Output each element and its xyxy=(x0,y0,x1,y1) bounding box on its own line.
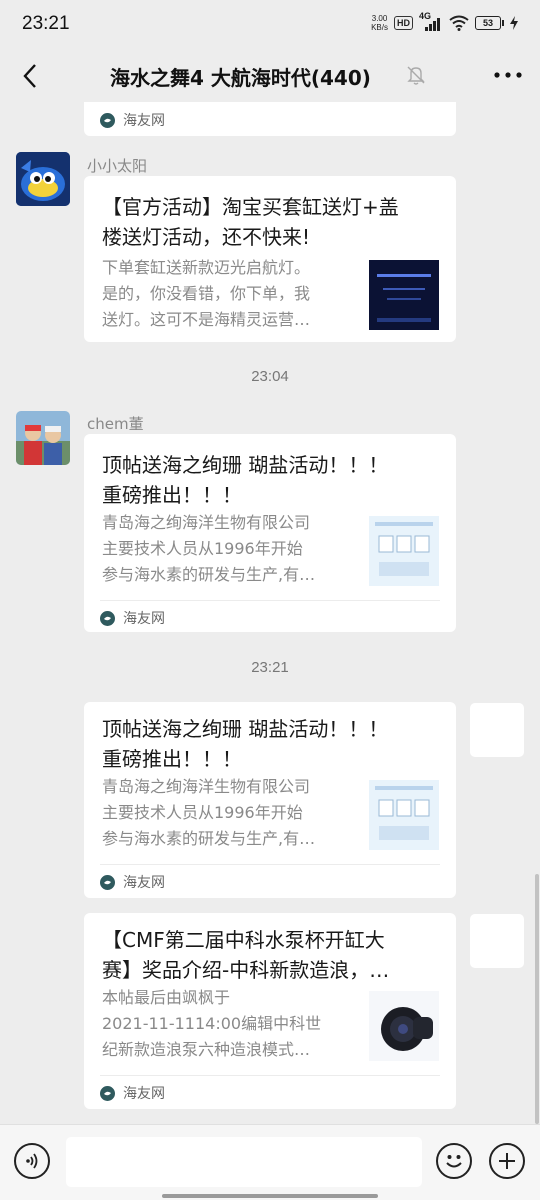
link-card[interactable]: 【官方活动】淘宝买套缸送灯+盖 楼送灯活动，还不快来! 下单套缸送新款迈光启航灯… xyxy=(84,176,456,342)
more-button[interactable] xyxy=(490,60,526,90)
card-source: 海友网 xyxy=(100,608,165,628)
status-time: 23:21 xyxy=(22,13,70,34)
charging-icon xyxy=(510,16,518,30)
card-description: 青岛海之绚海洋生物有限公司 主要技术人员从1996年开始 参与海水素的研发与生产… xyxy=(102,777,316,848)
card-source: 海友网 xyxy=(100,872,165,892)
chat-header: 海水之舞4 大航海时代(440) xyxy=(0,50,540,102)
link-card[interactable]: 顶帖送海之绚珊 瑚盐活动！！！ 重磅推出！！！ 青岛海之绚海洋生物有限公司 主要… xyxy=(84,702,456,898)
card-description: 青岛海之绚海洋生物有限公司 主要技术人员从1996年开始 参与海水素的研发与生产… xyxy=(102,513,316,584)
voice-button[interactable] xyxy=(14,1143,50,1179)
card-divider xyxy=(100,864,440,865)
sender-name: chem董 xyxy=(87,415,144,433)
self-avatar[interactable] xyxy=(470,703,524,757)
scrollbar[interactable] xyxy=(535,874,539,1124)
card-title: 【官方活动】淘宝买套缸送灯+盖 楼送灯活动，还不快来! xyxy=(102,195,399,249)
hd-badge: HD xyxy=(394,16,413,30)
plus-icon xyxy=(499,1153,515,1169)
card-thumbnail xyxy=(369,260,439,330)
link-card[interactable]: 顶帖送海之绚珊 瑚盐活动！！！ 重磅推出！！！ 青岛海之绚海洋生物有限公司 主要… xyxy=(84,434,456,632)
card-thumbnail xyxy=(369,780,439,850)
emoji-icon xyxy=(446,1155,462,1168)
link-card[interactable]: 【CMF第二届中科水泵杯开缸大 赛】奖品介绍-中科新款造浪，… 本帖最后由飒枫于… xyxy=(84,913,456,1109)
link-card[interactable]: 海友网 xyxy=(84,102,456,136)
message-timestamp: 23:04 xyxy=(251,368,289,385)
chat-messages[interactable]: 海友网 小小太阳 【官方活动】淘宝买套缸送灯+盖 楼送灯活动，还不快来! 下单套… xyxy=(0,102,540,1124)
more-dots-icon xyxy=(494,72,522,78)
card-title: 顶帖送海之绚珊 瑚盐活动！！！ 重磅推出！！！ xyxy=(102,717,389,771)
sender-name: 小小太阳 xyxy=(87,157,148,175)
network-speed: 3.00 KB/s xyxy=(371,14,388,32)
card-divider xyxy=(100,600,440,601)
card-description: 本帖最后由飒枫于 2021-11-1114:00编辑中科世 纪新款造浪泵六种造浪… xyxy=(102,988,322,1059)
input-bar xyxy=(0,1124,540,1200)
chat-title: 海水之舞4 大航海时代(440) xyxy=(110,66,371,90)
card-thumbnail xyxy=(369,516,439,586)
wifi-icon xyxy=(449,15,469,31)
voice-icon xyxy=(26,1153,38,1169)
card-divider xyxy=(100,1075,440,1076)
more-functions-button[interactable] xyxy=(489,1143,525,1179)
card-title: 【CMF第二届中科水泵杯开缸大 赛】奖品介绍-中科新款造浪，… xyxy=(102,928,390,982)
avatar[interactable] xyxy=(16,152,70,206)
battery-icon: 53 xyxy=(475,16,504,30)
self-avatar[interactable] xyxy=(470,914,524,968)
message-timestamp: 23:21 xyxy=(251,659,289,676)
card-source: 海友网 xyxy=(100,1083,165,1103)
home-indicator xyxy=(162,1194,378,1198)
status-icons: 3.00 KB/s HD 4G 53 xyxy=(371,11,518,32)
chevron-left-icon xyxy=(23,64,36,88)
emoji-button[interactable] xyxy=(436,1143,472,1179)
source-logo-icon xyxy=(100,610,115,626)
source-logo-icon xyxy=(100,1085,115,1101)
card-source: 海友网 xyxy=(100,110,165,130)
message-input[interactable] xyxy=(66,1137,422,1187)
avatar[interactable] xyxy=(16,411,70,465)
card-thumbnail xyxy=(369,991,439,1061)
bell-muted-icon xyxy=(407,66,425,85)
signal-icon: 4G xyxy=(419,11,443,31)
status-bar: 23:21 3.00 KB/s HD 4G 53 xyxy=(0,0,540,50)
back-button[interactable] xyxy=(12,58,48,94)
source-logo-icon xyxy=(100,874,115,890)
source-logo-icon xyxy=(100,112,115,128)
card-title: 顶帖送海之绚珊 瑚盐活动！！！ 重磅推出！！！ xyxy=(102,453,389,507)
card-description: 下单套缸送新款迈光启航灯。 是的，你没看错，你下单，我 送灯。这可不是海精灵运营… xyxy=(102,258,311,329)
